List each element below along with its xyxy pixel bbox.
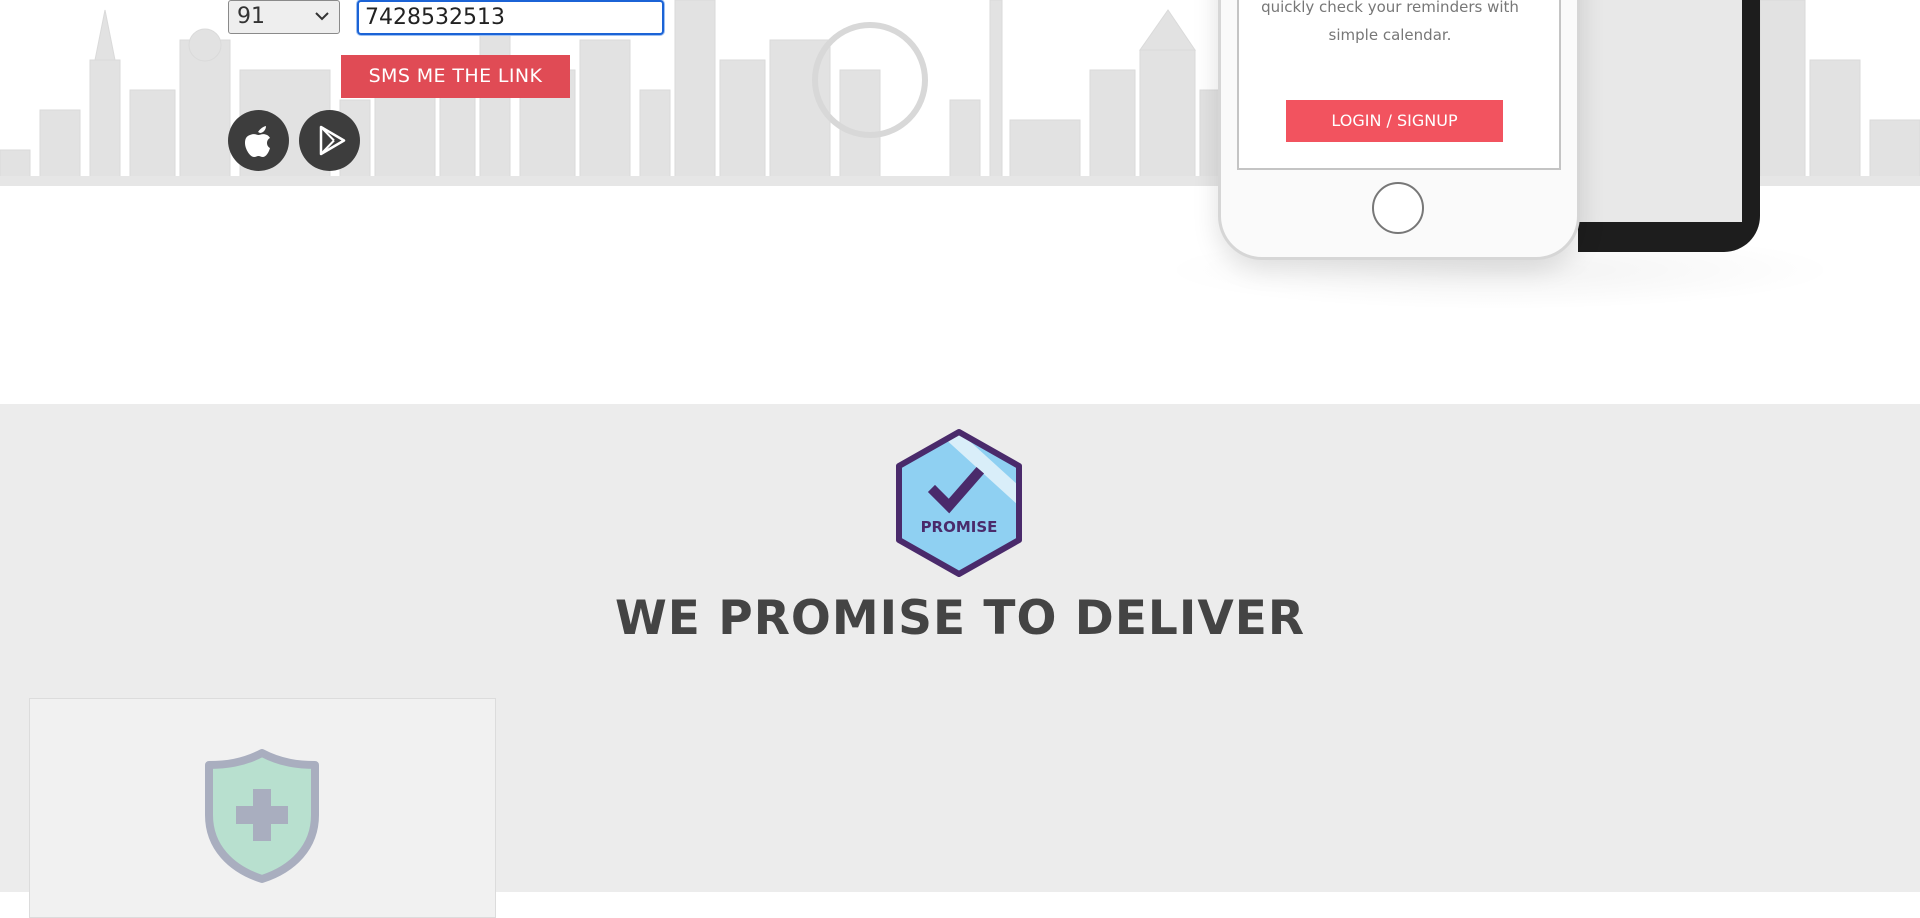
app-store-button[interactable] (228, 110, 289, 171)
app-download-section: 91 SMS ME THE LINK quickly check your re… (0, 0, 1920, 404)
promise-heading: WE PROMISE TO DELIVER (614, 591, 1306, 646)
apple-icon (245, 126, 270, 157)
dark-phone-screen (1578, 0, 1742, 222)
promise-badge-icon: PROMISE (896, 429, 1022, 577)
shield-plus-icon (205, 749, 319, 883)
phone-home-button (1372, 182, 1424, 234)
promise-section: PROMISE WE PROMISE TO DELIVER (0, 404, 1920, 918)
google-play-icon (319, 125, 346, 156)
phone-screen-text: quickly check your reminders with simple… (1261, 0, 1519, 44)
sms-link-button[interactable]: SMS ME THE LINK (341, 55, 570, 98)
chevron-down-icon (315, 12, 329, 21)
promise-badge-text: PROMISE (921, 518, 998, 536)
country-code-value: 91 (237, 4, 265, 29)
phone-login-signup-button: LOGIN / SIGNUP (1286, 100, 1503, 142)
google-play-button[interactable] (299, 110, 360, 171)
feature-card (29, 698, 496, 918)
phone-number-input[interactable] (357, 0, 664, 35)
country-code-select[interactable]: 91 (228, 0, 340, 34)
